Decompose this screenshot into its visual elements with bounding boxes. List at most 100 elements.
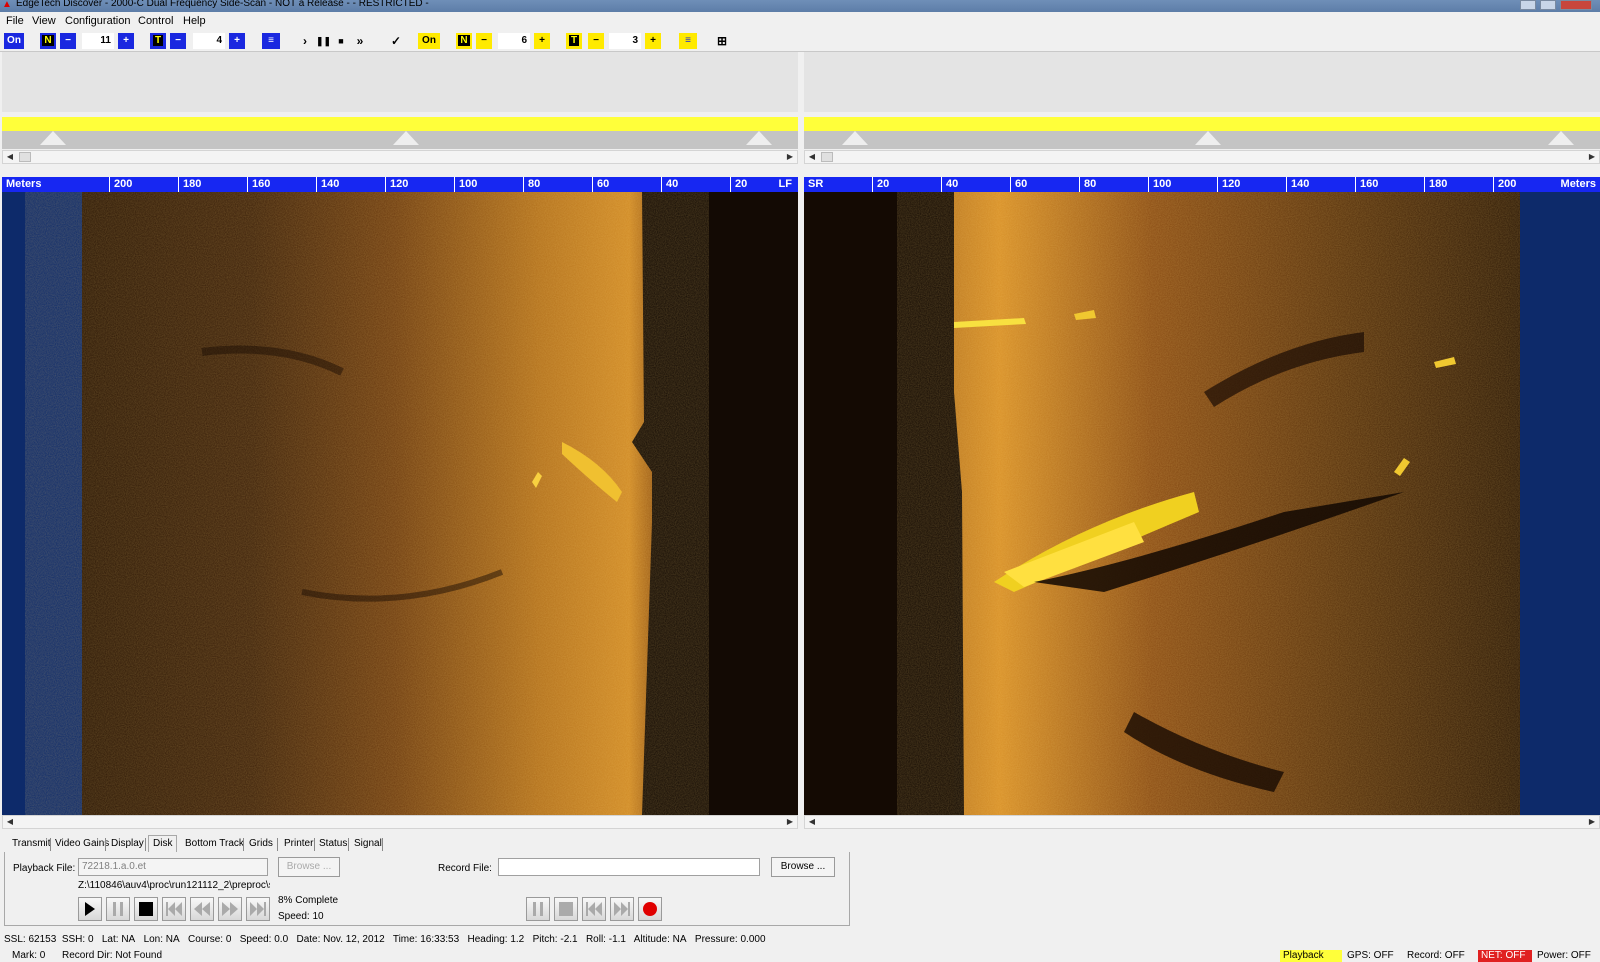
playback-browse-button[interactable]: Browse ... [278, 857, 340, 877]
lf-sonar-waterfall[interactable] [2, 192, 798, 815]
rewind-button[interactable] [190, 897, 214, 921]
tab-signal[interactable]: Signal [354, 838, 382, 849]
record-file-field[interactable] [498, 858, 760, 876]
ruler-tick-label: 40 [941, 177, 958, 192]
record-button[interactable] [638, 897, 662, 921]
scroll-right-icon[interactable]: ▶ [1585, 816, 1599, 828]
hf-display-mode-icon[interactable]: ≡ [679, 33, 697, 49]
lf-bottom-scrollbar[interactable]: ◀ ▶ [2, 815, 798, 829]
power-indicator: Power: OFF [1537, 950, 1591, 961]
lf-marker-handle[interactable] [40, 131, 66, 145]
fast-forward-button[interactable] [218, 897, 242, 921]
menu-bar: File View Configuration Control Help [0, 12, 1600, 30]
scroll-left-icon[interactable]: ◀ [3, 816, 17, 828]
maximize-button[interactable] [1540, 0, 1556, 10]
hf-n-minus-button[interactable]: − [476, 33, 492, 49]
lf-marker-handle[interactable] [393, 131, 419, 145]
tab-grids[interactable]: Grids [249, 838, 273, 849]
hf-bottom-scrollbar[interactable]: ◀ ▶ [804, 815, 1600, 829]
menu-file[interactable]: File [6, 15, 24, 27]
record-pause-button[interactable] [526, 897, 550, 921]
tab-video-gains[interactable]: Video Gains [55, 838, 109, 849]
pause-icon[interactable]: ❚❚ [316, 33, 331, 49]
tab-display[interactable]: Display [111, 838, 144, 849]
pause-button[interactable] [106, 897, 130, 921]
lf-t-value-field[interactable]: 4 [193, 33, 225, 49]
close-button[interactable] [1560, 0, 1592, 10]
hf-n-value-field[interactable]: 6 [498, 33, 530, 49]
title-bar: ▲ EdgeTech Discover - 2000-C Dual Freque… [0, 0, 1600, 12]
menu-help[interactable]: Help [183, 15, 206, 27]
rewind-icon [194, 902, 210, 916]
grid-layout-icon[interactable]: ⊞ [714, 33, 730, 49]
record-stop-button[interactable] [554, 897, 578, 921]
status-lon: Lon: NA [143, 934, 180, 945]
scroll-left-icon[interactable]: ◀ [805, 816, 819, 828]
hf-t-plus-button[interactable]: + [645, 33, 661, 49]
hf-n-plus-button[interactable]: + [534, 33, 550, 49]
lf-display-mode-icon[interactable]: ≡ [262, 33, 280, 49]
tab-printer[interactable]: Printer [284, 838, 313, 849]
fast-forward-icon [222, 902, 238, 916]
stop-icon [559, 902, 573, 916]
menu-control[interactable]: Control [138, 15, 173, 27]
record-skip-back-button[interactable] [582, 897, 606, 921]
checkmark-icon[interactable]: ✓ [388, 33, 404, 49]
scroll-left-icon[interactable]: ◀ [805, 151, 819, 163]
tab-disk[interactable]: Disk [148, 835, 178, 852]
playback-file-field[interactable]: 72218.1.a.0.et [78, 858, 268, 876]
stop-icon[interactable]: ■ [334, 33, 348, 49]
record-browse-button[interactable]: Browse ... [771, 857, 835, 877]
stop-button[interactable] [134, 897, 158, 921]
pause-icon [113, 902, 123, 916]
lf-top-scrollbar[interactable]: ◀ ▶ [2, 150, 798, 164]
minimize-button[interactable] [1520, 0, 1536, 10]
scroll-right-icon[interactable]: ▶ [1585, 151, 1599, 163]
hf-t-minus-button[interactable]: − [588, 33, 604, 49]
play-icon[interactable]: › [298, 33, 312, 49]
lf-on-toggle[interactable]: On [4, 33, 24, 49]
lf-n-plus-button[interactable]: + [118, 33, 134, 49]
play-button[interactable] [78, 897, 102, 921]
menu-view[interactable]: View [32, 15, 56, 27]
hf-marker-handle[interactable] [1548, 131, 1574, 145]
ruler-tick-label: 60 [592, 177, 609, 192]
settings-tabs: Transmit Video Gains Display Disk Bottom… [0, 835, 850, 852]
fast-forward-icon[interactable]: » [352, 33, 368, 49]
tab-transmit[interactable]: Transmit [12, 838, 51, 849]
hf-t-value-field[interactable]: 3 [609, 33, 641, 49]
hf-signal-band [804, 117, 1600, 131]
status-time: Time: 16:33:53 [392, 934, 460, 945]
record-skip-forward-button[interactable] [610, 897, 634, 921]
status-ssl: SSL: 62153 [4, 934, 57, 945]
lf-marker-handle[interactable] [746, 131, 772, 145]
scroll-thumb[interactable] [19, 152, 31, 162]
lf-n-value-field[interactable]: 11 [82, 33, 114, 49]
scroll-left-icon[interactable]: ◀ [3, 151, 17, 163]
scroll-thumb[interactable] [821, 152, 833, 162]
tab-bottom-track[interactable]: Bottom Track [185, 838, 244, 849]
lf-t-minus-button[interactable]: − [170, 33, 186, 49]
hf-on-toggle[interactable]: On [418, 33, 440, 49]
hf-side-label: SR [808, 178, 824, 190]
skip-back-button[interactable] [162, 897, 186, 921]
lf-marker-band [2, 131, 798, 149]
hf-sonar-waterfall[interactable] [804, 192, 1600, 815]
hf-marker-handle[interactable] [1195, 131, 1221, 145]
hf-marker-handle[interactable] [842, 131, 868, 145]
tab-status[interactable]: Status [319, 838, 347, 849]
pause-icon [533, 902, 543, 916]
menu-configuration[interactable]: Configuration [65, 15, 130, 27]
lf-range-ruler: Meters 200 180 160 140 120 100 80 60 40 … [2, 177, 798, 192]
ruler-tick-label: 200 [109, 177, 132, 192]
lf-t-plus-button[interactable]: + [229, 33, 245, 49]
lf-annotation-panel [2, 52, 798, 112]
scroll-right-icon[interactable]: ▶ [783, 816, 797, 828]
skip-forward-button[interactable] [246, 897, 270, 921]
lf-n-minus-button[interactable]: − [60, 33, 76, 49]
hf-t-label: T [568, 35, 580, 46]
ruler-tick-label: 160 [247, 177, 270, 192]
stop-icon [139, 902, 153, 916]
scroll-right-icon[interactable]: ▶ [783, 151, 797, 163]
hf-top-scrollbar[interactable]: ◀ ▶ [804, 150, 1600, 164]
